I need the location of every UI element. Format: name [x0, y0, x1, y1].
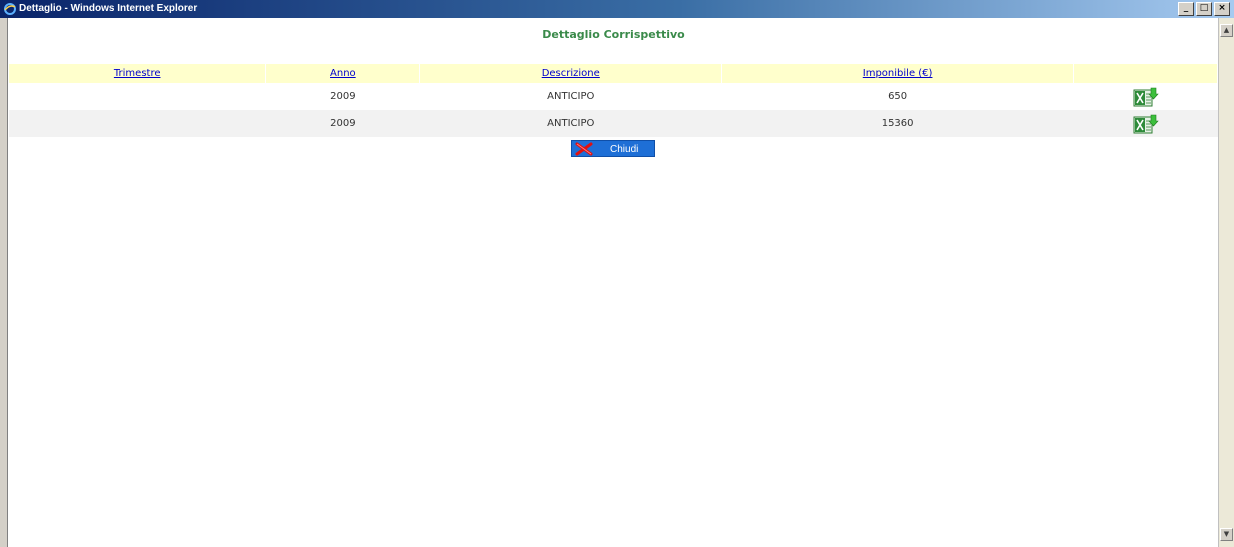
cell-export [1074, 83, 1218, 110]
minimize-button[interactable]: _ [1178, 2, 1194, 16]
window-controls: _ □ × [1176, 2, 1230, 16]
vertical-scrollbar[interactable]: ▲ ▼ [1218, 18, 1234, 547]
window-title: Dettaglio - Windows Internet Explorer [19, 3, 198, 14]
maximize-button[interactable]: □ [1196, 2, 1212, 16]
window-titlebar: Dettaglio - Windows Internet Explorer _ … [0, 0, 1234, 18]
cell-imponibile: 650 [888, 91, 908, 102]
cell-imponibile: 15360 [721, 110, 1074, 137]
excel-export-icon[interactable] [1133, 114, 1159, 134]
table-row: 2009 ANTICIPO 650 [9, 83, 1218, 110]
excel-export-icon[interactable] [1133, 87, 1159, 107]
sort-anno-link[interactable]: Anno [330, 68, 356, 79]
page-content: Dettaglio Corrispettivo Trimestre Anno D… [9, 18, 1218, 547]
sort-imponibile-link[interactable]: Imponibile (€) [863, 68, 933, 79]
cell-trimestre [9, 83, 266, 110]
header-trimestre[interactable]: Trimestre [9, 64, 267, 83]
scroll-up-arrow-icon[interactable]: ▲ [1220, 24, 1233, 37]
close-window-button[interactable]: × [1214, 2, 1230, 16]
sort-descrizione-link[interactable]: Descrizione [542, 68, 600, 79]
cell-export [1073, 110, 1218, 137]
close-button-label: Chiudi [610, 144, 639, 155]
header-actions [1073, 64, 1218, 83]
cell-descrizione: ANTICIPO [547, 91, 595, 102]
ie-logo-icon [4, 3, 16, 15]
cell-anno: 2009 [265, 110, 420, 137]
sort-trimestre-link[interactable]: Trimestre [114, 68, 161, 79]
header-anno[interactable]: Anno [265, 64, 421, 83]
scroll-down-arrow-icon[interactable]: ▼ [1220, 528, 1233, 541]
header-imponibile[interactable]: Imponibile (€) [721, 64, 1075, 83]
close-button[interactable]: Chiudi [571, 140, 655, 157]
page-title: Dettaglio Corrispettivo [542, 28, 685, 41]
detail-table: Trimestre Anno Descrizione Imponibile (€… [9, 64, 1218, 137]
header-descrizione[interactable]: Descrizione [419, 64, 723, 83]
cell-descrizione: ANTICIPO [419, 110, 722, 137]
table-row: 2009 ANTICIPO 15360 [9, 110, 1218, 137]
window-frame-left [0, 18, 8, 547]
table-header-row: Trimestre Anno Descrizione Imponibile (€… [9, 64, 1218, 83]
cell-trimestre [9, 110, 266, 137]
red-x-icon [575, 142, 593, 156]
cell-anno: 2009 [330, 91, 356, 102]
